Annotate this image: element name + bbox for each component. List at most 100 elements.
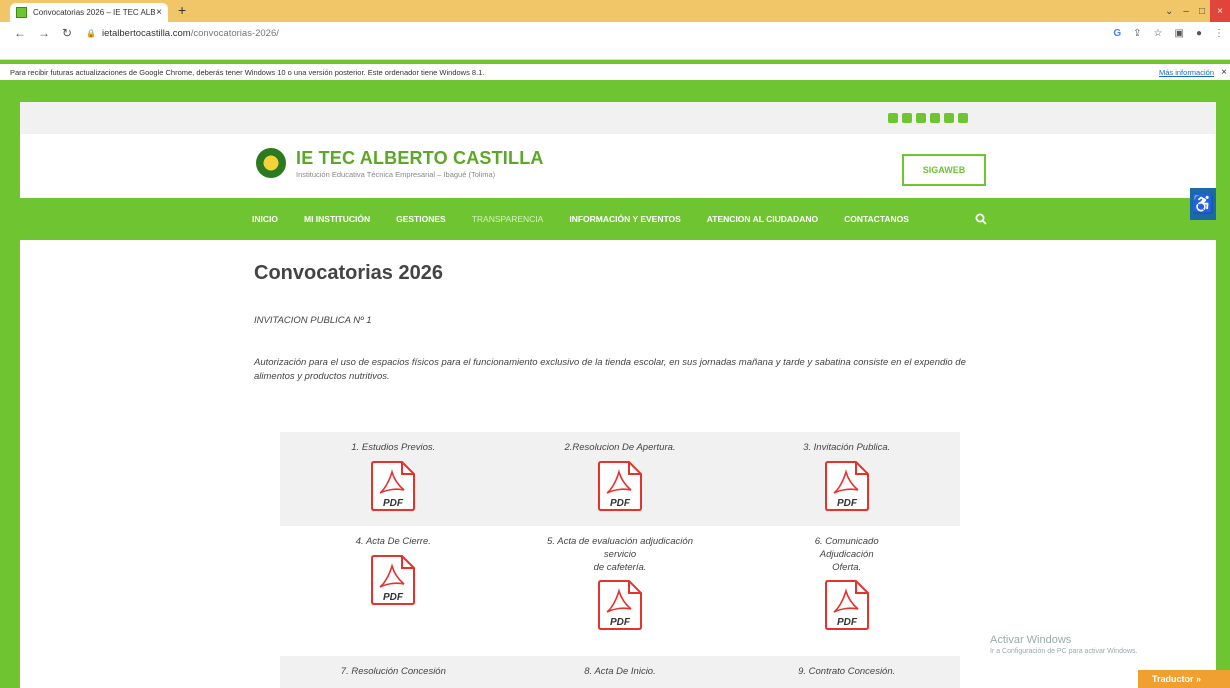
school-logo[interactable] xyxy=(256,148,286,178)
document-item[interactable]: 6. Comunicado Adjudicación Oferta. PDF xyxy=(733,526,960,656)
tab-close-icon[interactable]: × xyxy=(156,7,162,18)
documents-row: 4. Acta De Cierre. PDF 5. Acta de evaluaci… xyxy=(280,526,960,656)
document-title: 8. Acta De Inicio. xyxy=(584,666,656,677)
minimize-button[interactable]: – xyxy=(1178,6,1194,17)
more-info-link[interactable]: Más información xyxy=(1159,68,1214,77)
site-subtitle: Institución Educativa Técnica Empresaria… xyxy=(296,170,496,179)
pdf-file-icon[interactable]: PDF xyxy=(597,579,643,631)
document-item[interactable]: 9. Contrato Concesión. xyxy=(733,656,960,688)
menu-item-transparencia[interactable]: TRANSPARENCIA xyxy=(472,214,544,224)
document-item[interactable]: 8. Acta De Inicio. xyxy=(507,656,734,688)
toolbar-icons: G ⇪ ☆ ▣ ● ⋮ xyxy=(1113,25,1224,42)
menu-item-informacion-eventos[interactable]: INFORMACIÓN Y EVENTOS xyxy=(569,214,680,224)
invitation-heading: INVITACION PUBLICA Nº 1 xyxy=(254,315,372,326)
chrome-update-infobar: Para recibir futuras actualizaciones de … xyxy=(0,64,1230,80)
document-item[interactable]: 2.Resolucion De Apertura. PDF xyxy=(507,432,734,526)
infobar-message: Para recibir futuras actualizaciones de … xyxy=(10,67,485,77)
translator-button[interactable]: Traductor » xyxy=(1138,670,1230,688)
document-item[interactable]: 7. Resolución Concesión xyxy=(280,656,507,688)
menu-item-gestiones[interactable]: GESTIONES xyxy=(396,214,446,224)
main-content: Convocatorias 2026 INVITACION PUBLICA Nº… xyxy=(254,240,994,385)
url-field[interactable]: 🔒 ietalbertocastilla.com /convocatorias-… xyxy=(86,25,279,42)
pdf-label: PDF xyxy=(610,498,631,509)
google-translate-icon[interactable]: G xyxy=(1113,28,1121,39)
windows-activation-watermark: Activar Windows Ir a Configuración de PC… xyxy=(990,634,1137,655)
document-title: servicio xyxy=(603,548,637,560)
close-window-button[interactable]: × xyxy=(1210,0,1230,22)
menu-item-contactanos[interactable]: CONTACTANOS xyxy=(844,214,909,224)
pdf-label: PDF xyxy=(837,498,858,509)
activation-subtitle: Ir a Configuración de PC para activar Wi… xyxy=(990,648,1138,655)
browser-tab[interactable]: Convocatorias 2026 – IE TEC ALB × xyxy=(10,3,168,22)
invitation-description: Autorización para el uso de espacios fís… xyxy=(254,357,966,383)
pdf-file-icon[interactable]: PDF xyxy=(597,460,643,512)
pdf-file-icon[interactable]: PDF xyxy=(370,554,416,606)
pdf-label: PDF xyxy=(837,617,858,628)
documents-row: 7. Resolución Concesión 8. Acta De Inicio… xyxy=(280,656,960,688)
document-item[interactable]: 5. Acta de evaluación adjudicación servic… xyxy=(507,526,734,656)
menu-kebab-icon[interactable]: ⋮ xyxy=(1214,28,1224,39)
document-title: 2.Resolucion De Apertura. xyxy=(564,442,676,453)
document-title: 7. Resolución Concesión xyxy=(340,666,446,677)
infobar-close-icon[interactable]: × xyxy=(1221,67,1227,78)
url-path: /convocatorias-2026/ xyxy=(190,28,279,39)
menu-item-inicio[interactable]: INICIO xyxy=(252,214,278,224)
facebook-icon[interactable] xyxy=(888,113,898,123)
tab-title: Convocatorias 2026 – IE TEC ALB xyxy=(33,8,156,17)
document-title: Adjudicación xyxy=(819,548,874,560)
pdf-file-icon[interactable]: PDF xyxy=(824,460,870,512)
document-title: de cafetería. xyxy=(593,561,647,573)
document-title: 6. Comunicado xyxy=(814,536,879,547)
web-page: ♿ IE TEC ALBERTO CASTILLA Institución Ed… xyxy=(20,102,1216,688)
site-name: IE TEC ALBERTO CASTILLA xyxy=(296,148,544,168)
twitter-icon[interactable] xyxy=(902,113,912,123)
browser-tab-bar: Convocatorias 2026 – IE TEC ALB × + ⌄ – … xyxy=(0,0,1230,22)
favicon-icon xyxy=(16,7,27,18)
site-header: IE TEC ALBERTO CASTILLA Institución Educ… xyxy=(20,134,1216,198)
window-controls: ⌄ – □ × xyxy=(1160,0,1230,22)
document-item[interactable]: 4. Acta De Cierre. PDF xyxy=(280,526,507,656)
document-title: 9. Contrato Concesión. xyxy=(798,666,896,677)
pdf-file-icon[interactable]: PDF xyxy=(824,579,870,631)
document-title: 3. Invitación Publica. xyxy=(803,442,891,453)
document-item[interactable]: 3. Invitación Publica. PDF xyxy=(733,432,960,526)
document-title: 5. Acta de evaluación adjudicación xyxy=(547,536,693,547)
forward-arrow-icon[interactable]: → xyxy=(38,26,50,40)
back-arrow-icon[interactable]: ← xyxy=(14,26,26,40)
page-title: Convocatorias 2026 xyxy=(254,262,443,284)
reload-icon[interactable]: ↻ xyxy=(62,26,72,40)
pdf-file-icon[interactable]: PDF xyxy=(370,460,416,512)
navigation-buttons: ← → ↻ xyxy=(14,22,72,44)
profile-avatar-icon[interactable]: ● xyxy=(1196,28,1202,39)
activation-title: Activar Windows xyxy=(990,634,1072,646)
accessibility-icon[interactable]: ♿ xyxy=(1190,188,1216,220)
documents-row: 1. Estudios Previos. PDF 2.Resolucion De A… xyxy=(280,432,960,526)
site-brand[interactable]: IE TEC ALBERTO CASTILLA Institución Educ… xyxy=(296,148,544,179)
menu-item-atencion-ciudadano[interactable]: ATENCION AL CIUDADANO xyxy=(707,214,818,224)
sigaweb-button[interactable]: SIGAWEB xyxy=(902,154,986,186)
menu-item-mi-institucion[interactable]: MI INSTITUCIÓN xyxy=(304,214,370,224)
maximize-button[interactable]: □ xyxy=(1194,6,1210,17)
social-strip xyxy=(20,102,1216,134)
document-title: Oferta. xyxy=(832,561,862,573)
pinterest-icon[interactable] xyxy=(916,113,926,123)
social-icons xyxy=(888,113,968,123)
tab-search-chevron-icon[interactable]: ⌄ xyxy=(1160,6,1178,17)
documents-grid: 1. Estudios Previos. PDF 2.Resolucion De A… xyxy=(280,432,960,688)
lock-icon: 🔒 xyxy=(86,29,96,38)
pdf-label: PDF xyxy=(610,617,631,628)
linkedin-icon[interactable] xyxy=(930,113,940,123)
document-title: 1. Estudios Previos. xyxy=(351,442,436,453)
pdf-label: PDF xyxy=(383,498,404,509)
document-item[interactable]: 1. Estudios Previos. PDF xyxy=(280,432,507,526)
share-icon[interactable]: ⇪ xyxy=(1133,28,1141,39)
pdf-label: PDF xyxy=(383,592,404,603)
new-tab-button[interactable]: + xyxy=(178,2,186,18)
youtube-icon[interactable] xyxy=(958,113,968,123)
search-icon[interactable] xyxy=(975,213,987,225)
side-panel-icon[interactable]: ▣ xyxy=(1175,28,1184,39)
flickr-icon[interactable] xyxy=(944,113,954,123)
main-menu: INICIO MI INSTITUCIÓN GESTIONES TRANSPAR… xyxy=(20,198,1216,240)
bookmark-star-icon[interactable]: ☆ xyxy=(1154,28,1163,39)
url-domain: ietalbertocastilla.com xyxy=(101,28,191,39)
